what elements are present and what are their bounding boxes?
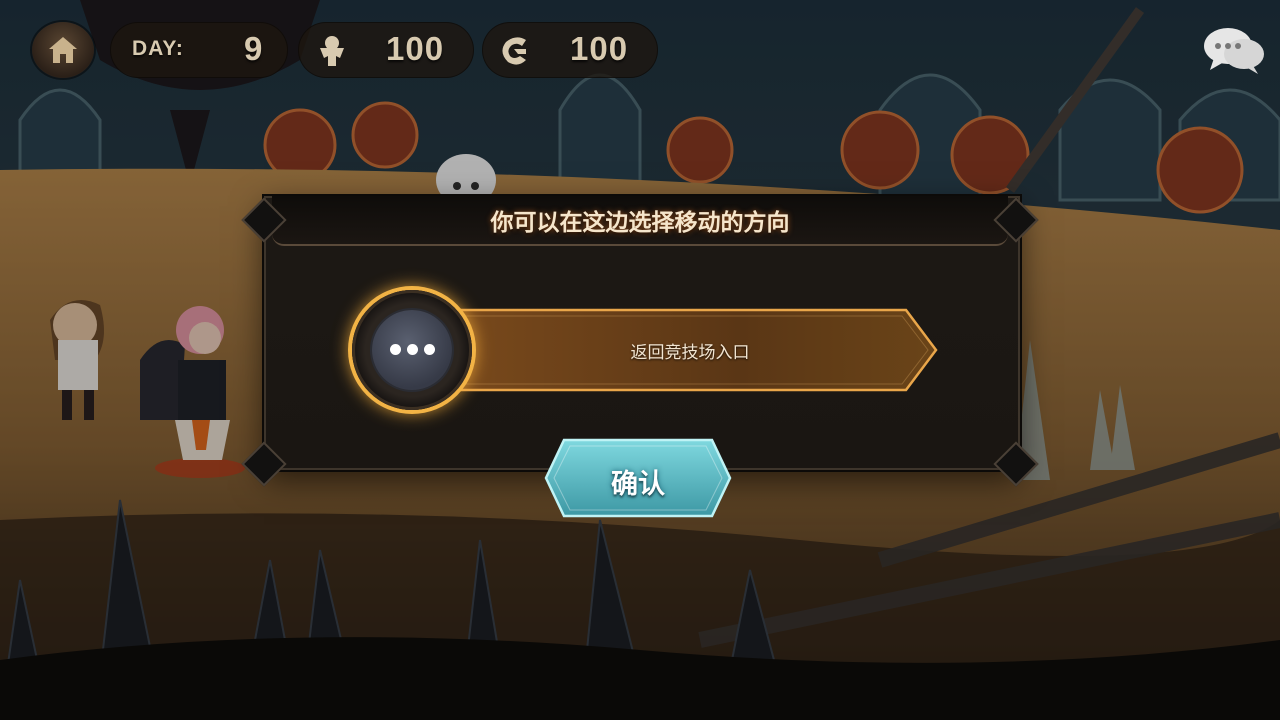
day-label: DAY: bbox=[132, 37, 184, 60]
population-icon bbox=[320, 36, 344, 66]
option-label: 返回竞技场入口 bbox=[630, 343, 750, 363]
gold-counter: 100 bbox=[482, 22, 658, 78]
population-counter: 100 bbox=[298, 22, 474, 78]
home-icon bbox=[49, 37, 77, 63]
option-inner bbox=[372, 310, 452, 390]
population-value: 100 bbox=[386, 30, 445, 67]
day-counter: DAY: 9 bbox=[110, 22, 288, 78]
chat-icon bbox=[1204, 28, 1264, 74]
dialog-title: 你可以在这边选择移动的方向 bbox=[490, 210, 790, 236]
day-value: 9 bbox=[244, 30, 264, 67]
ellipsis-icon bbox=[390, 344, 436, 356]
gold-value: 100 bbox=[570, 30, 629, 67]
chat-button[interactable] bbox=[1200, 24, 1268, 78]
confirm-button[interactable]: 确认 bbox=[544, 438, 732, 518]
gold-icon bbox=[502, 37, 526, 65]
confirm-label: 确认 bbox=[611, 469, 665, 500]
direction-option-arena-entrance[interactable]: 返回竞技场入口 bbox=[352, 290, 942, 410]
option-circle bbox=[352, 290, 472, 410]
home-button[interactable] bbox=[32, 22, 94, 78]
